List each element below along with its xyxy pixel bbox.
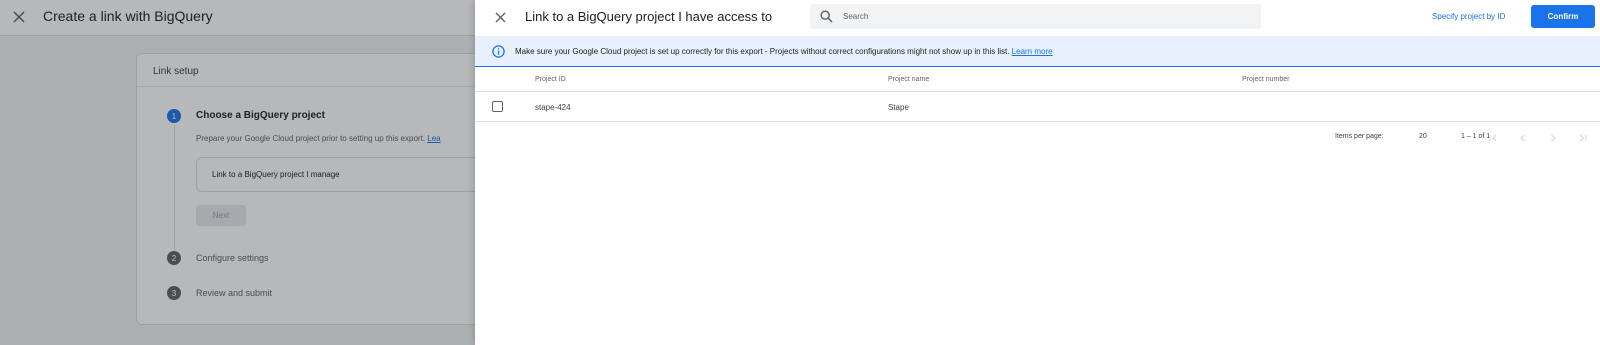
cell-project-id: stape-424 [535,103,571,112]
panel-title: Link to a BigQuery project I have access… [525,9,773,24]
search-box[interactable] [810,4,1261,29]
chevron-right-icon[interactable] [1545,130,1561,146]
learn-more-link[interactable]: Learn more [1012,47,1053,56]
column-header-project-id[interactable]: Project ID [535,76,566,83]
search-input[interactable] [843,8,1243,25]
project-picker-panel: Link to a BigQuery project I have access… [475,0,1600,345]
table-row[interactable]: stape-424 Stape [475,93,1600,122]
info-icon [492,45,505,58]
confirm-button[interactable]: Confirm [1531,5,1595,28]
items-per-page-select[interactable]: 20 [1419,133,1427,140]
close-icon[interactable] [490,7,510,27]
column-header-project-number[interactable]: Project number [1242,76,1289,83]
first-page-icon[interactable] [1485,130,1501,146]
last-page-icon[interactable] [1575,130,1591,146]
modal-scrim[interactable] [0,0,475,345]
specify-project-by-id-link[interactable]: Specify project by ID [1432,12,1505,21]
table-header: Project ID Project name Project number [475,68,1600,92]
row-checkbox[interactable] [492,101,503,112]
items-per-page-label: Items per page: [1335,133,1384,140]
info-banner-text: Make sure your Google Cloud project is s… [515,47,1053,56]
chevron-left-icon[interactable] [1515,130,1531,146]
paginator: Items per page: 20 1 – 1 of 1 [475,128,1600,150]
column-header-project-name[interactable]: Project name [888,76,929,83]
panel-header: Link to a BigQuery project I have access… [475,0,1600,36]
info-banner: Make sure your Google Cloud project is s… [475,36,1600,67]
cell-project-name: Stape [888,103,909,112]
search-icon [820,10,833,23]
